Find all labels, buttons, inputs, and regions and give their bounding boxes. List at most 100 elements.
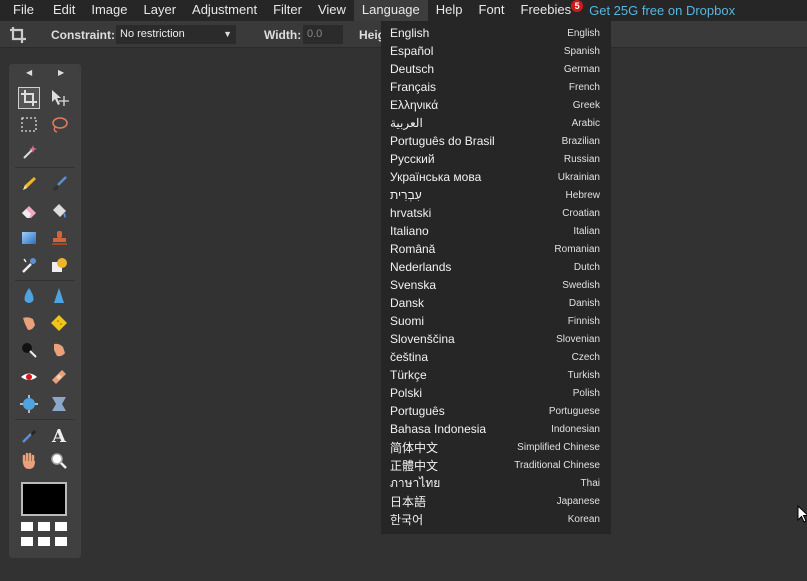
language-option[interactable]: 한국어 Korean xyxy=(381,510,611,528)
pinch-icon[interactable] xyxy=(49,394,69,414)
language-option[interactable]: Nederlands Dutch xyxy=(381,258,611,276)
menu-font[interactable]: Font xyxy=(471,0,513,21)
constraint-value: No restriction xyxy=(120,28,185,40)
language-native-name: עִבְרִית xyxy=(390,188,422,202)
language-option[interactable]: Dansk Danish xyxy=(381,294,611,312)
drop-icon[interactable] xyxy=(19,286,39,306)
language-option[interactable]: العربية Arabic xyxy=(381,114,611,132)
menu-filter[interactable]: Filter xyxy=(265,0,310,21)
wand-icon[interactable] xyxy=(19,142,39,162)
picker-icon[interactable] xyxy=(19,255,39,275)
language-native-name: Türkçe xyxy=(390,368,427,382)
language-native-name: Italiano xyxy=(390,224,429,238)
language-option[interactable]: 简体中文 Simplified Chinese xyxy=(381,438,611,456)
bloat-icon[interactable] xyxy=(19,394,39,414)
menu-adjustment[interactable]: Adjustment xyxy=(184,0,265,21)
menu-file[interactable]: File xyxy=(0,0,45,21)
language-option[interactable]: Română Romanian xyxy=(381,240,611,258)
language-option[interactable]: Polski Polish xyxy=(381,384,611,402)
language-native-name: Suomi xyxy=(390,314,425,328)
dropbox-promo-link[interactable]: Get 25G free on Dropbox xyxy=(589,3,735,18)
stamp-icon[interactable] xyxy=(49,228,69,248)
redeye-icon[interactable] xyxy=(19,367,39,387)
language-native-name: Svenska xyxy=(390,278,437,292)
menu-help[interactable]: Help xyxy=(428,0,471,21)
language-english-name: Romanian xyxy=(554,243,600,255)
grid-icon[interactable] xyxy=(21,537,33,546)
menu-edit[interactable]: Edit xyxy=(45,0,83,21)
color-swatch[interactable] xyxy=(21,482,67,516)
language-option[interactable]: 正體中文 Traditional Chinese xyxy=(381,456,611,474)
grid-icon[interactable] xyxy=(55,537,67,546)
language-english-name: Danish xyxy=(568,297,600,309)
language-option[interactable]: Français French xyxy=(381,78,611,96)
menu-image[interactable]: Image xyxy=(83,0,135,21)
language-option[interactable]: Português do Brasil Brazilian xyxy=(381,132,611,150)
language-option[interactable]: Türkçe Turkish xyxy=(381,366,611,384)
tool-panel: ◀ ▶ A xyxy=(9,64,81,558)
language-option[interactable]: Slovenščina Slovenian xyxy=(381,330,611,348)
constraint-select[interactable]: No restriction ▼ xyxy=(116,25,236,44)
hand-icon[interactable] xyxy=(19,451,39,471)
language-option[interactable]: Русский Russian xyxy=(381,150,611,168)
dodge-icon[interactable] xyxy=(49,340,69,360)
menu-freebies[interactable]: Freebies 5 xyxy=(513,0,584,21)
language-english-name: Finnish xyxy=(567,315,600,327)
bucket-icon[interactable] xyxy=(49,201,69,221)
sponge-icon[interactable] xyxy=(49,313,69,333)
smudge-icon[interactable] xyxy=(19,313,39,333)
language-dropdown: English English Español Spanish Deutsch Germa… xyxy=(381,21,611,534)
language-option[interactable]: עִבְרִית Hebrew xyxy=(381,186,611,204)
grid-icon[interactable] xyxy=(38,537,50,546)
language-option[interactable]: 日本語 Japanese xyxy=(381,492,611,510)
language-option[interactable]: ภาษาไทย Thai xyxy=(381,474,611,492)
shape-icon[interactable] xyxy=(49,255,69,275)
language-native-name: Nederlands xyxy=(390,260,452,274)
panel-collapse-right-icon[interactable]: ▶ xyxy=(58,68,64,77)
move-icon[interactable] xyxy=(49,88,69,108)
language-option[interactable]: Português Portuguese xyxy=(381,402,611,420)
language-option[interactable]: hrvatski Croatian xyxy=(381,204,611,222)
zoom-icon[interactable] xyxy=(49,451,69,471)
type-icon[interactable]: A xyxy=(49,425,69,447)
crop-tool-icon[interactable] xyxy=(18,87,40,109)
grid-icon[interactable] xyxy=(55,522,67,531)
grid-icon[interactable] xyxy=(21,522,33,531)
language-option[interactable]: Svenska Swedish xyxy=(381,276,611,294)
colorpicker-icon[interactable] xyxy=(19,425,39,445)
language-option[interactable]: English English xyxy=(381,24,611,42)
language-option[interactable]: Ελληνικά Greek xyxy=(381,96,611,114)
language-native-name: Polski xyxy=(390,386,423,400)
language-native-name: Español xyxy=(390,44,434,58)
language-native-name: 한국어 xyxy=(390,512,424,527)
bandage-icon[interactable] xyxy=(49,367,69,387)
language-option[interactable]: Suomi Finnish xyxy=(381,312,611,330)
eraser-icon[interactable] xyxy=(19,201,39,221)
menu-view[interactable]: View xyxy=(310,0,354,21)
panel-collapse-left-icon[interactable]: ◀ xyxy=(26,68,32,77)
language-english-name: Ukrainian xyxy=(557,171,600,183)
menu-layer[interactable]: Layer xyxy=(136,0,185,21)
language-option[interactable]: Italiano Italian xyxy=(381,222,611,240)
grid-icon[interactable] xyxy=(38,522,50,531)
sharpen-icon[interactable] xyxy=(49,286,69,306)
language-native-name: Ελληνικά xyxy=(390,98,439,112)
constraint-label: Constraint: xyxy=(51,28,115,42)
language-option[interactable]: Español Spanish xyxy=(381,42,611,60)
language-option[interactable]: Bahasa Indonesia Indonesian xyxy=(381,420,611,438)
language-option[interactable]: čeština Czech xyxy=(381,348,611,366)
pencil-icon[interactable] xyxy=(19,174,39,194)
width-input[interactable]: 0.0 xyxy=(303,25,343,44)
language-native-name: Українська мова xyxy=(390,170,482,184)
menu-language[interactable]: Language xyxy=(353,0,428,21)
marquee-icon[interactable] xyxy=(19,115,39,135)
brush-icon[interactable] xyxy=(49,174,69,194)
gradient-icon[interactable] xyxy=(19,228,39,248)
language-english-name: Italian xyxy=(573,225,600,237)
language-english-name: French xyxy=(568,81,600,93)
lasso-icon[interactable] xyxy=(49,115,69,135)
burn-icon[interactable] xyxy=(19,340,39,360)
language-option[interactable]: Deutsch German xyxy=(381,60,611,78)
crop-icon xyxy=(10,27,26,43)
language-option[interactable]: Українська мова Ukrainian xyxy=(381,168,611,186)
